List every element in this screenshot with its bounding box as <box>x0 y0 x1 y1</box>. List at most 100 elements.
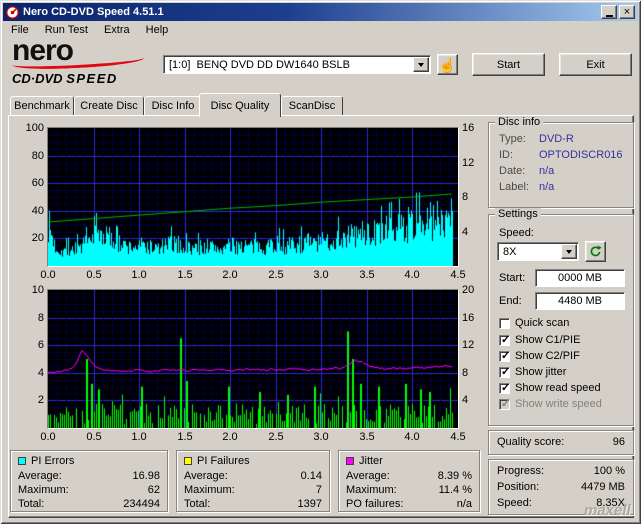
checkbox-label: Show C2/PIF <box>515 350 580 362</box>
window-title: Nero CD-DVD Speed 4.51.1 <box>23 6 164 18</box>
progress-value: 100 % <box>593 465 625 477</box>
stat-value: 16.98 <box>132 470 160 482</box>
axis-tick-label: 3.0 <box>313 431 329 443</box>
title-bar[interactable]: Nero CD-DVD Speed 4.51.1 × <box>3 3 638 21</box>
menu-help[interactable]: Help <box>138 23 177 37</box>
progress-label: Progress: <box>497 465 545 477</box>
disc-label-value: n/a <box>539 181 555 193</box>
exit-button[interactable]: Exit <box>559 53 632 76</box>
axis-tick-label: 0.0 <box>40 269 56 281</box>
app-icon <box>6 5 19 19</box>
pi-failures-title: PI Failures <box>197 455 250 467</box>
tab-benchmark[interactable]: Benchmark <box>10 96 74 115</box>
start-mb-label: Start: <box>499 272 526 284</box>
disc-type-label: Type: <box>499 133 526 145</box>
stat-value: 11.4 % <box>438 484 472 496</box>
axis-tick-label: 40 <box>31 205 44 217</box>
disc-label-label: Label: <box>499 181 529 193</box>
drive-hand-button[interactable]: ☝ <box>437 54 458 75</box>
pi-errors-swatch-icon <box>18 457 26 465</box>
checkbox-icon <box>499 365 510 378</box>
menu-bar: File Run Test Extra Help <box>3 21 638 38</box>
checkbox-show-c1-pie[interactable]: Show C1/PIE <box>499 333 581 346</box>
settings-group: Settings Speed: 8X Start: 0000 MB End: 4… <box>488 208 634 426</box>
refresh-speed-button[interactable] <box>585 241 606 262</box>
axis-tick-label: 0.5 <box>86 431 102 443</box>
stat-label: Average: <box>346 470 390 482</box>
axis-tick-label: 8 <box>37 312 44 324</box>
stat-value: 8.39 % <box>437 470 472 482</box>
start-button[interactable]: Start <box>472 53 545 76</box>
axis-tick-label: 1.5 <box>177 269 193 281</box>
axis-tick-label: 3.5 <box>359 431 375 443</box>
checkbox-show-jitter[interactable]: Show jitter <box>499 365 566 378</box>
chevron-down-icon <box>418 62 424 67</box>
close-icon: × <box>623 6 631 18</box>
axis-tick-label: 4 <box>37 367 44 379</box>
pi-errors-stats-panel: PI Errors Average: 16.98 Maximum: 62 Total… <box>10 450 168 512</box>
tab-scandisc[interactable]: ScanDisc <box>281 96 343 115</box>
checkbox-icon <box>499 317 510 329</box>
axis-tick-label: 80 <box>31 150 44 162</box>
drive-dropdown-arrow[interactable] <box>413 57 429 72</box>
checkbox-label: Show C1/PIE <box>515 334 581 346</box>
disc-id-label: ID: <box>499 149 514 161</box>
quality-score-value: 96 <box>612 436 625 448</box>
stat-value: 62 <box>147 484 160 496</box>
axis-tick-label: 4.5 <box>450 431 466 443</box>
minimize-button[interactable] <box>601 5 617 19</box>
nero-logo: nero CD·DVD SPEED <box>11 36 162 86</box>
stat-label: Maximum: <box>184 484 235 496</box>
tab-label: Benchmark <box>14 100 70 112</box>
quality-score-panel: Quality score: 96 <box>488 430 634 455</box>
tab-disc-quality[interactable]: Disc Quality <box>199 93 281 117</box>
jitter-swatch-icon <box>346 457 354 465</box>
tab-create-disc[interactable]: Create Disc <box>74 96 144 115</box>
chevron-down-icon <box>566 249 572 254</box>
start-mb-value: 0000 MB <box>557 272 603 284</box>
stat-label: Average: <box>184 470 228 482</box>
quality-score-label: Quality score: <box>497 436 565 448</box>
end-mb-field[interactable]: 4480 MB <box>535 292 625 310</box>
axis-tick-label: 2.0 <box>222 431 238 443</box>
start-mb-field[interactable]: 0000 MB <box>535 269 625 287</box>
speed-label: Speed: <box>499 227 534 239</box>
axis-tick-label: 4.0 <box>404 431 420 443</box>
checkbox-quick-scan[interactable]: Quick scan <box>499 317 569 329</box>
speed-dropdown-arrow[interactable] <box>561 244 577 259</box>
checkbox-show-read-speed[interactable]: Show read speed <box>499 381 601 394</box>
speed-select-value: 8X <box>503 245 517 258</box>
close-button[interactable]: × <box>619 5 635 19</box>
tab-disc-info[interactable]: Disc Info <box>144 96 202 115</box>
position-label: Position: <box>497 481 540 493</box>
pi-failures-swatch-icon <box>184 457 192 465</box>
watermark: maxell <box>584 502 631 519</box>
checkbox-icon <box>499 349 510 362</box>
menu-run-test[interactable]: Run Test <box>37 23 96 37</box>
drive-selector[interactable]: [1:0] BENQ DVD DD DW1640 BSLB <box>163 55 431 74</box>
pi-errors-title: PI Errors <box>31 455 75 467</box>
checkbox-show-c2-pif[interactable]: Show C2/PIF <box>499 349 580 362</box>
pi-errors-chart <box>47 127 459 267</box>
axis-tick-label: 16 <box>462 122 475 134</box>
stat-label: Average: <box>18 470 62 482</box>
axis-tick-label: 1.5 <box>177 431 193 443</box>
stat-value: n/a <box>456 498 472 510</box>
stat-label: Maximum: <box>18 484 69 496</box>
menu-file[interactable]: File <box>3 23 37 37</box>
speed-select[interactable]: 8X <box>497 242 579 261</box>
pi-failures-jitter-chart <box>47 289 459 429</box>
nero-logo-product: CD·DVD SPEED <box>12 71 162 86</box>
axis-tick-label: 8 <box>462 367 469 379</box>
axis-tick-label: 2.5 <box>268 431 284 443</box>
disc-info-title: Disc info <box>495 116 544 128</box>
disc-date-value: n/a <box>539 165 555 177</box>
exit-button-label: Exit <box>586 58 605 71</box>
axis-tick-label: 2.5 <box>268 269 284 281</box>
position-value: 4479 MB <box>580 481 625 493</box>
stat-value: 1397 <box>297 498 322 510</box>
disc-type-value: DVD-R <box>539 133 574 145</box>
logo-cddvd: CD·DVD <box>12 71 63 86</box>
jitter-stats-panel: Jitter Average: 8.39 % Maximum: 11.4 % PO … <box>338 450 480 512</box>
menu-extra[interactable]: Extra <box>96 23 138 37</box>
